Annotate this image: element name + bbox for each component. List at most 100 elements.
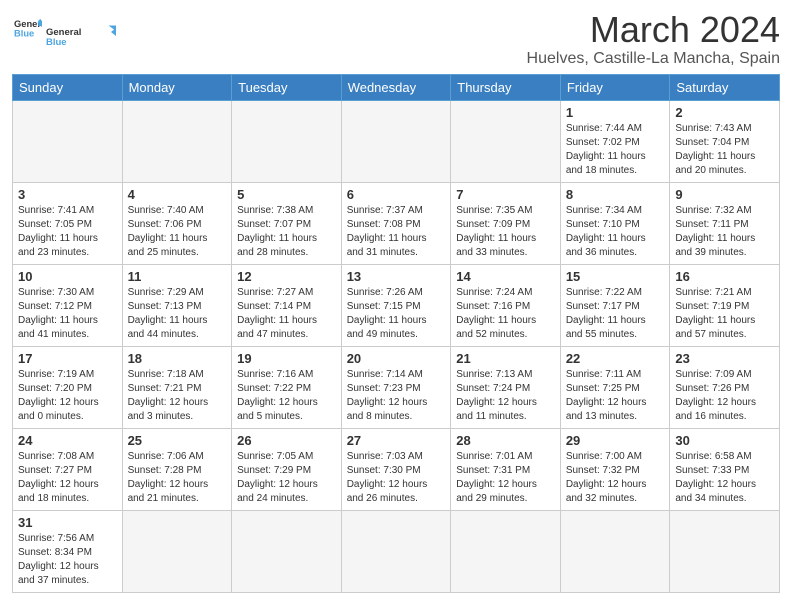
day-header-thursday: Thursday	[451, 74, 561, 100]
day-number: 1	[566, 105, 665, 120]
calendar-cell	[122, 510, 232, 592]
header-area: General Blue General Blue March 2024 Hue…	[12, 10, 780, 68]
day-number: 30	[675, 433, 774, 448]
day-number: 18	[128, 351, 227, 366]
calendar-cell: 12Sunrise: 7:27 AMSunset: 7:14 PMDayligh…	[232, 264, 342, 346]
day-number: 8	[566, 187, 665, 202]
calendar-cell: 24 Sunrise: 7:08 AMSunset: 7:27 PMDayligh…	[13, 428, 123, 510]
calendar-cell	[670, 510, 780, 592]
logo: General Blue General Blue	[12, 14, 116, 58]
calendar-cell	[560, 510, 670, 592]
day-info: Sunrise: 7:26 AMSunset: 7:15 PMDaylight:…	[347, 286, 446, 342]
day-header-saturday: Saturday	[670, 74, 780, 100]
calendar-cell: 29 Sunrise: 7:00 AMSunset: 7:32 PMDayligh…	[560, 428, 670, 510]
day-header-wednesday: Wednesday	[341, 74, 451, 100]
day-header-sunday: Sunday	[13, 74, 123, 100]
day-info: Sunrise: 7:30 AMSunset: 7:12 PMDaylight:…	[18, 286, 117, 342]
day-header-monday: Monday	[122, 74, 232, 100]
day-info: Sunrise: 7:19 AMSunset: 7:20 PMDaylight:…	[18, 368, 117, 424]
week-row-5: 24 Sunrise: 7:08 AMSunset: 7:27 PMDayligh…	[13, 428, 780, 510]
day-number: 17	[18, 351, 117, 366]
calendar-cell: 1 Sunrise: 7:44 AMSunset: 7:02 PMDaylight…	[560, 100, 670, 182]
day-number: 21	[456, 351, 555, 366]
day-info: Sunrise: 7:32 AMSunset: 7:11 PMDaylight:…	[675, 204, 774, 260]
location-title: Huelves, Castille-La Mancha, Spain	[527, 50, 780, 68]
day-info: Sunrise: 7:16 AMSunset: 7:22 PMDaylight:…	[237, 368, 336, 424]
day-info: Sunrise: 7:05 AMSunset: 7:29 PMDaylight:…	[237, 450, 336, 506]
week-row-6: 31 Sunrise: 7:56 AMSunset: 8:34 PMDayligh…	[13, 510, 780, 592]
day-number: 29	[566, 433, 665, 448]
day-number: 25	[128, 433, 227, 448]
month-title: March 2024	[527, 10, 780, 50]
svg-text:Blue: Blue	[46, 37, 67, 48]
day-number: 16	[675, 269, 774, 284]
day-number: 2	[675, 105, 774, 120]
logo-area: General Blue General Blue	[12, 10, 116, 58]
day-info: Sunrise: 7:41 AMSunset: 7:05 PMDaylight:…	[18, 204, 117, 260]
day-info: Sunrise: 7:06 AMSunset: 7:28 PMDaylight:…	[128, 450, 227, 506]
day-number: 26	[237, 433, 336, 448]
days-header-row: SundayMondayTuesdayWednesdayThursdayFrid…	[13, 74, 780, 100]
day-number: 7	[456, 187, 555, 202]
calendar-cell	[451, 100, 561, 182]
day-number: 14	[456, 269, 555, 284]
day-info: Sunrise: 7:00 AMSunset: 7:32 PMDaylight:…	[566, 450, 665, 506]
calendar-cell: 26 Sunrise: 7:05 AMSunset: 7:29 PMDayligh…	[232, 428, 342, 510]
day-info: Sunrise: 7:08 AMSunset: 7:27 PMDaylight:…	[18, 450, 117, 506]
calendar-cell: 19Sunrise: 7:16 AMSunset: 7:22 PMDayligh…	[232, 346, 342, 428]
day-info: Sunrise: 7:24 AMSunset: 7:16 PMDaylight:…	[456, 286, 555, 342]
day-number: 4	[128, 187, 227, 202]
day-header-tuesday: Tuesday	[232, 74, 342, 100]
day-number: 10	[18, 269, 117, 284]
day-info: Sunrise: 7:13 AMSunset: 7:24 PMDaylight:…	[456, 368, 555, 424]
calendar-cell: 23Sunrise: 7:09 AMSunset: 7:26 PMDayligh…	[670, 346, 780, 428]
day-info: Sunrise: 6:58 AMSunset: 7:33 PMDaylight:…	[675, 450, 774, 506]
calendar-cell	[232, 100, 342, 182]
calendar-cell	[341, 510, 451, 592]
day-number: 24	[18, 433, 117, 448]
calendar-cell: 28 Sunrise: 7:01 AMSunset: 7:31 PMDayligh…	[451, 428, 561, 510]
svg-text:General: General	[14, 19, 42, 29]
day-info: Sunrise: 7:22 AMSunset: 7:17 PMDaylight:…	[566, 286, 665, 342]
calendar-cell	[341, 100, 451, 182]
day-number: 12	[237, 269, 336, 284]
day-number: 15	[566, 269, 665, 284]
day-info: Sunrise: 7:29 AMSunset: 7:13 PMDaylight:…	[128, 286, 227, 342]
day-info: Sunrise: 7:35 AMSunset: 7:09 PMDaylight:…	[456, 204, 555, 260]
day-info: Sunrise: 7:09 AMSunset: 7:26 PMDaylight:…	[675, 368, 774, 424]
day-number: 9	[675, 187, 774, 202]
svg-text:General: General	[46, 27, 81, 38]
calendar-cell: 9 Sunrise: 7:32 AMSunset: 7:11 PMDaylight…	[670, 182, 780, 264]
day-info: Sunrise: 7:34 AMSunset: 7:10 PMDaylight:…	[566, 204, 665, 260]
calendar-cell: 14 Sunrise: 7:24 AMSunset: 7:16 PMDayligh…	[451, 264, 561, 346]
day-header-friday: Friday	[560, 74, 670, 100]
calendar-cell: 15 Sunrise: 7:22 AMSunset: 7:17 PMDayligh…	[560, 264, 670, 346]
calendar-cell: 2Sunrise: 7:43 AMSunset: 7:04 PMDaylight…	[670, 100, 780, 182]
calendar-cell: 10 Sunrise: 7:30 AMSunset: 7:12 PMDayligh…	[13, 264, 123, 346]
calendar-cell: 27 Sunrise: 7:03 AMSunset: 7:30 PMDayligh…	[341, 428, 451, 510]
calendar-cell: 3 Sunrise: 7:41 AMSunset: 7:05 PMDaylight…	[13, 182, 123, 264]
calendar-cell: 16Sunrise: 7:21 AMSunset: 7:19 PMDayligh…	[670, 264, 780, 346]
calendar-cell: 11Sunrise: 7:29 AMSunset: 7:13 PMDayligh…	[122, 264, 232, 346]
page: General Blue General Blue March 2024 Hue…	[0, 0, 792, 603]
day-info: Sunrise: 7:44 AMSunset: 7:02 PMDaylight:…	[566, 122, 665, 178]
calendar-cell	[122, 100, 232, 182]
week-row-4: 17 Sunrise: 7:19 AMSunset: 7:20 PMDayligh…	[13, 346, 780, 428]
day-number: 27	[347, 433, 446, 448]
day-info: Sunrise: 7:01 AMSunset: 7:31 PMDaylight:…	[456, 450, 555, 506]
day-number: 3	[18, 187, 117, 202]
day-number: 6	[347, 187, 446, 202]
calendar-cell	[232, 510, 342, 592]
calendar-cell	[451, 510, 561, 592]
calendar-cell: 18Sunrise: 7:18 AMSunset: 7:21 PMDayligh…	[122, 346, 232, 428]
calendar-cell: 25 Sunrise: 7:06 AMSunset: 7:28 PMDayligh…	[122, 428, 232, 510]
calendar-cell: 6Sunrise: 7:37 AMSunset: 7:08 PMDaylight…	[341, 182, 451, 264]
day-info: Sunrise: 7:03 AMSunset: 7:30 PMDaylight:…	[347, 450, 446, 506]
day-number: 28	[456, 433, 555, 448]
calendar-cell	[13, 100, 123, 182]
day-info: Sunrise: 7:38 AMSunset: 7:07 PMDaylight:…	[237, 204, 336, 260]
calendar-cell: 5Sunrise: 7:38 AMSunset: 7:07 PMDaylight…	[232, 182, 342, 264]
day-number: 20	[347, 351, 446, 366]
day-number: 31	[18, 515, 117, 530]
day-info: Sunrise: 7:56 AMSunset: 8:34 PMDaylight:…	[18, 532, 117, 588]
